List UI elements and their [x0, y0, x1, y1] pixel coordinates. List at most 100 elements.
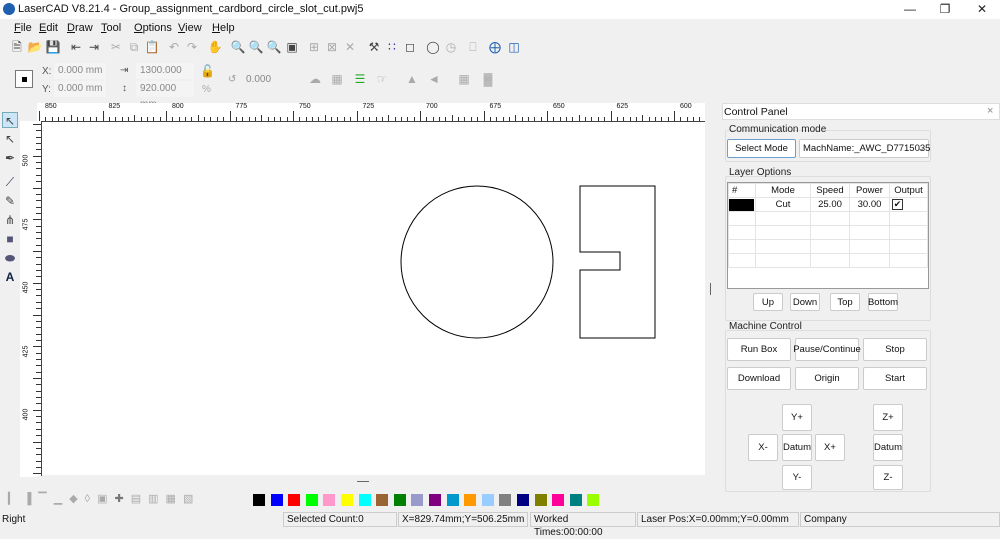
layer-mode[interactable]: Cut — [755, 197, 811, 212]
laser-settings-icon[interactable]: ⨁ — [487, 39, 503, 55]
export-icon[interactable]: ⇥ — [86, 39, 102, 55]
ungroup-icon[interactable]: ⊠ — [324, 39, 340, 55]
start-point-icon[interactable]: ◯ — [425, 39, 441, 55]
color-swatch[interactable] — [534, 494, 547, 506]
layer-bottom-button[interactable]: Bottom — [868, 293, 898, 311]
menu-options[interactable]: Options — [134, 22, 172, 34]
select-mode-button[interactable]: Select Mode — [727, 139, 796, 158]
lock-ratio-icon[interactable]: 🔓 — [200, 64, 215, 78]
select-arrow-icon[interactable]: ↖ — [2, 112, 18, 128]
color-swatch[interactable] — [587, 494, 600, 506]
color-swatch[interactable] — [270, 494, 283, 506]
layer-top-button[interactable]: Top — [830, 293, 860, 311]
ellipse-tool-icon[interactable]: ⬬ — [2, 250, 18, 266]
menu-help[interactable]: Help — [212, 22, 235, 34]
cut-icon[interactable]: ✂ — [108, 39, 124, 55]
z-datum-button[interactable]: Datum — [873, 434, 903, 461]
fill-pattern-icon[interactable]: ▓ — [480, 71, 496, 87]
align-center-h-icon[interactable]: ◆ — [69, 493, 84, 505]
color-swatch[interactable] — [323, 494, 336, 506]
vertical-scrollbar[interactable] — [705, 103, 719, 488]
y-field[interactable]: 0.000 mm — [54, 81, 106, 97]
origin-button[interactable]: Origin — [795, 367, 859, 390]
group-icon[interactable]: ⊞ — [306, 39, 322, 55]
same-size-icon[interactable]: ▦ — [166, 493, 183, 505]
machine-select[interactable]: MachName:_AWC_D7715035 ⌄ — [799, 139, 930, 158]
layer-down-button[interactable]: Down — [790, 293, 820, 311]
cloud-icon[interactable]: ☁ — [307, 71, 323, 87]
polyline-icon[interactable]: ⋔ — [2, 212, 18, 228]
circle-shape[interactable] — [400, 185, 554, 339]
color-swatch[interactable] — [358, 494, 371, 506]
color-swatch[interactable] — [376, 494, 389, 506]
monitor-icon[interactable]: ◫ — [506, 39, 522, 55]
tile-icon[interactable]: ▦ — [329, 71, 345, 87]
z-minus-button[interactable]: Z- — [873, 465, 903, 490]
close-panel-icon[interactable]: × — [987, 105, 993, 117]
layer-power[interactable]: 30.00 — [849, 197, 890, 212]
zoom-out-icon[interactable]: 🔍 — [248, 39, 264, 55]
text-tool-icon[interactable]: A — [2, 269, 18, 285]
align-center-icon[interactable]: ▣ — [97, 493, 114, 505]
hand-tool-icon[interactable]: ☞ — [374, 71, 390, 87]
z-plus-button[interactable]: Z+ — [873, 404, 903, 431]
array-icon[interactable]: ∷ — [384, 39, 400, 55]
y-minus-button[interactable]: Y- — [782, 465, 812, 490]
frame-icon[interactable]: ⎕ — [465, 39, 481, 55]
menu-file[interactable]: File — [14, 22, 32, 34]
color-swatch[interactable] — [253, 494, 265, 506]
start-button[interactable]: Start — [863, 367, 927, 390]
spacing-icon[interactable]: ▧ — [183, 493, 200, 505]
align-icon[interactable]: ▦ — [456, 71, 472, 87]
paste-icon[interactable]: 📋 — [144, 39, 160, 55]
menu-edit[interactable]: Edit — [39, 22, 58, 34]
bezier-pen-icon[interactable]: ✒ — [2, 150, 18, 166]
node-edit-icon[interactable]: ◻ — [402, 39, 418, 55]
align-center-v-icon[interactable]: ◊ — [85, 493, 97, 505]
zoom-fit-icon[interactable]: 🔍 — [266, 39, 282, 55]
align-right-icon[interactable]: ▐ — [23, 493, 38, 505]
rectangle-tool-icon[interactable]: ■ — [2, 231, 18, 247]
new-file-icon[interactable]: 🗎 — [9, 39, 25, 55]
x-minus-button[interactable]: X- — [748, 434, 778, 461]
drawing-canvas[interactable] — [42, 122, 705, 475]
pan-hand-icon[interactable]: ✋ — [207, 39, 223, 55]
color-swatch[interactable] — [429, 494, 441, 506]
timer-icon[interactable]: ◷ — [443, 39, 459, 55]
hammer-icon[interactable]: ⚒ — [366, 39, 382, 55]
color-swatch[interactable] — [464, 494, 477, 506]
mirror-h-icon[interactable]: ▲ — [404, 71, 420, 87]
color-swatch[interactable] — [552, 494, 565, 506]
horizontal-scrollbar[interactable] — [37, 476, 705, 488]
layer-up-button[interactable]: Up — [753, 293, 783, 311]
align-left-icon[interactable]: ▎ — [8, 493, 23, 505]
align-top-icon[interactable]: ▔ — [38, 493, 53, 505]
line-tool-icon[interactable]: ⟋ — [2, 174, 18, 190]
x-field[interactable]: 0.000 mm — [54, 63, 106, 79]
open-folder-icon[interactable]: 📂 — [27, 39, 43, 55]
minimize-button[interactable]: — — [894, 0, 926, 18]
same-height-icon[interactable]: ▥ — [148, 493, 165, 505]
download-button[interactable]: Download — [727, 367, 791, 390]
menu-draw[interactable]: Draw — [67, 22, 93, 34]
width-field[interactable]: 1300.000 mm — [136, 63, 194, 92]
import-icon[interactable]: ⇤ — [68, 39, 84, 55]
color-swatch[interactable] — [341, 494, 353, 506]
layer-color-swatch[interactable] — [728, 197, 756, 212]
x-plus-button[interactable]: X+ — [815, 434, 845, 461]
pen-tool-icon[interactable]: ✎ — [2, 193, 18, 209]
anchor-grid-icon[interactable] — [15, 70, 33, 88]
delete-node-icon[interactable]: ✕ — [342, 39, 358, 55]
rotate-field[interactable]: 0.000 — [242, 72, 292, 88]
color-swatch[interactable] — [288, 494, 301, 506]
align-bottom-icon[interactable]: ▁ — [54, 493, 69, 505]
save-icon[interactable]: 💾 — [45, 39, 61, 55]
y-plus-button[interactable]: Y+ — [782, 404, 812, 431]
menu-view[interactable]: View — [178, 22, 202, 34]
color-swatch[interactable] — [411, 494, 424, 506]
layer-speed[interactable]: 25.00 — [810, 197, 850, 212]
same-width-icon[interactable]: ▤ — [131, 493, 148, 505]
color-swatch[interactable] — [569, 494, 582, 506]
layer-row[interactable]: Cut 25.00 30.00 ✔ — [728, 197, 928, 212]
undo-icon[interactable]: ↶ — [166, 39, 182, 55]
